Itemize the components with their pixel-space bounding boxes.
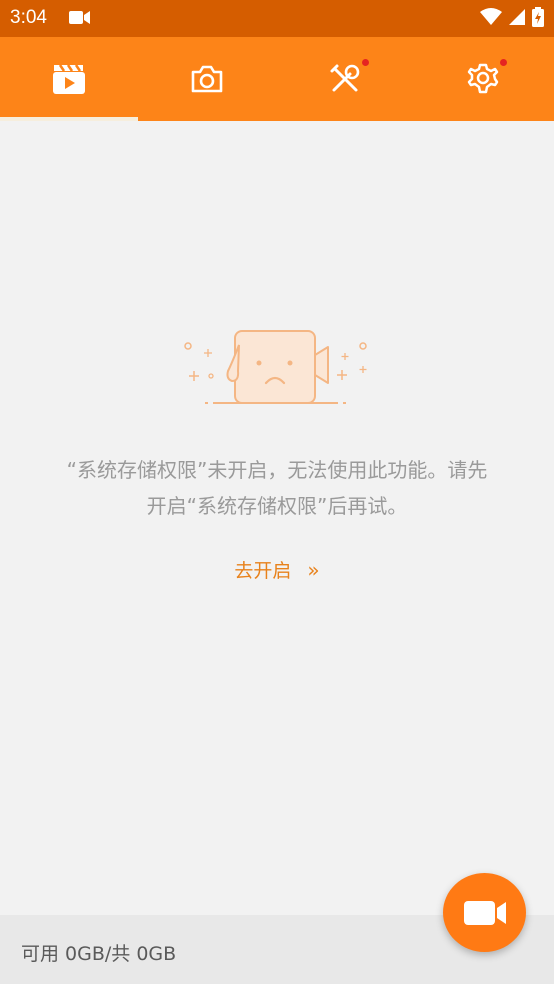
status-bar: 3:04	[0, 0, 554, 37]
screen-record-icon	[69, 11, 90, 24]
tab-selected-indicator	[0, 117, 138, 121]
settings-badge	[500, 59, 507, 66]
status-time: 3:04	[10, 7, 47, 28]
wifi-icon	[480, 8, 502, 25]
tab-bar	[0, 37, 554, 121]
storage-info: 可用 0GB/共 0GB	[21, 943, 177, 965]
tab-tools[interactable]	[276, 37, 414, 121]
status-icons	[480, 7, 544, 27]
record-button[interactable]	[443, 873, 526, 952]
video-camera-icon	[463, 900, 506, 925]
gear-icon	[467, 63, 499, 94]
enable-permission-link[interactable]: 去开启 »	[0, 556, 554, 583]
tools-icon	[330, 64, 360, 92]
signal-icon	[509, 9, 525, 25]
permission-message-line2: 开启“系统存储权限”后再试。	[146, 494, 408, 518]
double-chevron-right-icon: »	[307, 558, 320, 582]
enable-permission-label: 去开启	[234, 560, 292, 582]
tools-badge	[362, 59, 369, 66]
tab-screenshots[interactable]	[138, 37, 276, 121]
tab-videos[interactable]	[0, 37, 138, 121]
permission-message: “系统存储权限”未开启，无法使用此功能。请先 开启“系统存储权限”后再试。	[0, 452, 554, 524]
battery-icon	[532, 7, 544, 27]
permission-message-line1: “系统存储权限”未开启，无法使用此功能。请先	[66, 458, 488, 482]
tab-settings[interactable]	[414, 37, 552, 121]
camera-icon	[191, 65, 223, 93]
film-clapper-icon	[53, 64, 85, 94]
sad-camera-illustration	[184, 330, 367, 404]
